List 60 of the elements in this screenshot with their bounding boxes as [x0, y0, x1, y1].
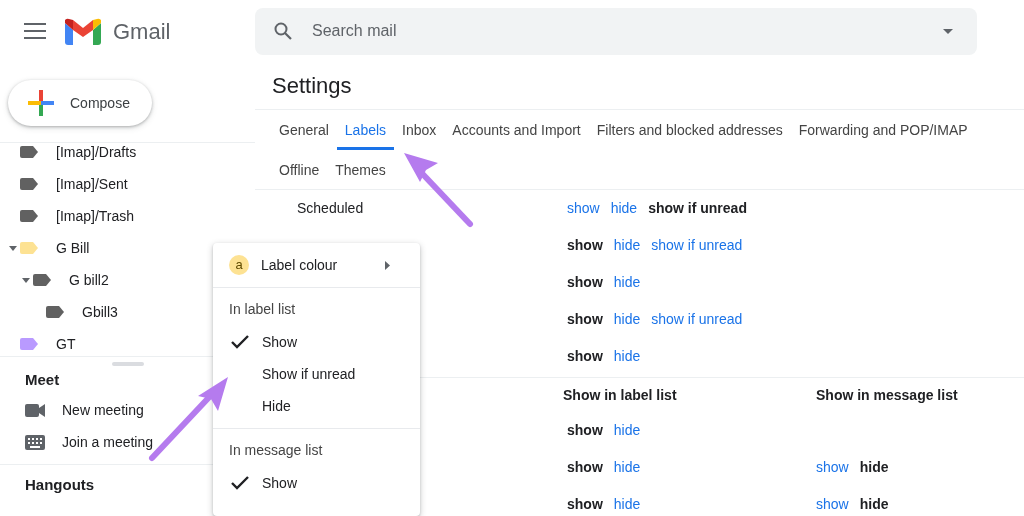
option-text: show [567, 458, 603, 477]
logo-icon [65, 17, 101, 45]
submenu-item[interactable]: a Label colour [213, 243, 420, 288]
caret-icon[interactable] [22, 277, 30, 283]
settings-tab[interactable]: Filters and blocked addresses [588, 110, 791, 150]
plus-icon [28, 90, 54, 116]
option-link[interactable]: show if unread [651, 235, 743, 256]
settings-tab[interactable]: Inbox [394, 110, 445, 150]
settings-tab[interactable]: Forwarding and POP/IMAP [790, 110, 976, 150]
option-link[interactable]: show [816, 494, 849, 515]
keyboard-icon [25, 434, 45, 450]
option-text: hide [859, 495, 889, 514]
option-text: show [567, 347, 603, 366]
page-title: Settings [255, 62, 1024, 110]
label-item[interactable]: [Imap]/Drafts [0, 143, 255, 168]
dropdown-icon[interactable] [943, 28, 953, 34]
option-link[interactable]: hide [613, 309, 641, 330]
option-text: show [567, 236, 603, 255]
caret-icon[interactable] [9, 245, 17, 251]
app-name: Gmail [113, 17, 171, 46]
option-link[interactable]: hide [613, 235, 641, 256]
menu-section-title: In label list [228, 300, 297, 319]
menu-item-label: Label colour [261, 255, 339, 275]
settings-tab[interactable]: Labels [336, 110, 395, 150]
settings-tab[interactable]: General [271, 110, 337, 150]
option-text: hide [859, 458, 889, 477]
label-item[interactable]: [Imap]/Sent [0, 168, 255, 200]
resize-handle[interactable] [111, 362, 144, 366]
option-link[interactable]: hide [613, 420, 641, 441]
section-title: Hangouts [24, 474, 96, 495]
menu-item[interactable]: Show [213, 467, 420, 499]
option-text: show [567, 273, 603, 292]
settings-tab[interactable]: Themes [327, 150, 394, 190]
option-link[interactable]: hide [613, 494, 641, 515]
option-link[interactable]: show [816, 457, 849, 478]
option-text: show [567, 421, 603, 440]
compose-button[interactable]: Compose [8, 80, 152, 126]
color-avatar: a [229, 255, 249, 275]
submenu-arrow-icon [385, 260, 390, 270]
settings-tab[interactable]: Accounts and Import [444, 110, 589, 150]
option-link[interactable]: show if unread [651, 309, 743, 330]
option-link[interactable]: show [567, 198, 600, 219]
option-text: show [567, 495, 603, 514]
option-link[interactable]: hide [610, 198, 638, 219]
search-icon[interactable] [274, 22, 292, 40]
column-header: Show in message list [816, 385, 959, 405]
menu-item[interactable]: Show if unread [213, 358, 420, 390]
label-item[interactable]: [Imap]/Trash [0, 200, 255, 232]
option-link[interactable]: hide [613, 457, 641, 478]
menu-icon[interactable] [24, 23, 46, 39]
menu-section-title: In message list [228, 441, 324, 460]
option-text: show if unread [648, 199, 747, 218]
settings-tab[interactable]: Offline [271, 150, 328, 190]
option-link[interactable]: hide [613, 272, 641, 293]
column-header: Show in label list [563, 385, 678, 405]
option-text: show [567, 310, 603, 329]
option-link[interactable]: hide [613, 346, 641, 367]
section-title: Meet [24, 369, 61, 390]
label-name: Scheduled [297, 200, 364, 216]
video-camera-icon [25, 403, 45, 417]
